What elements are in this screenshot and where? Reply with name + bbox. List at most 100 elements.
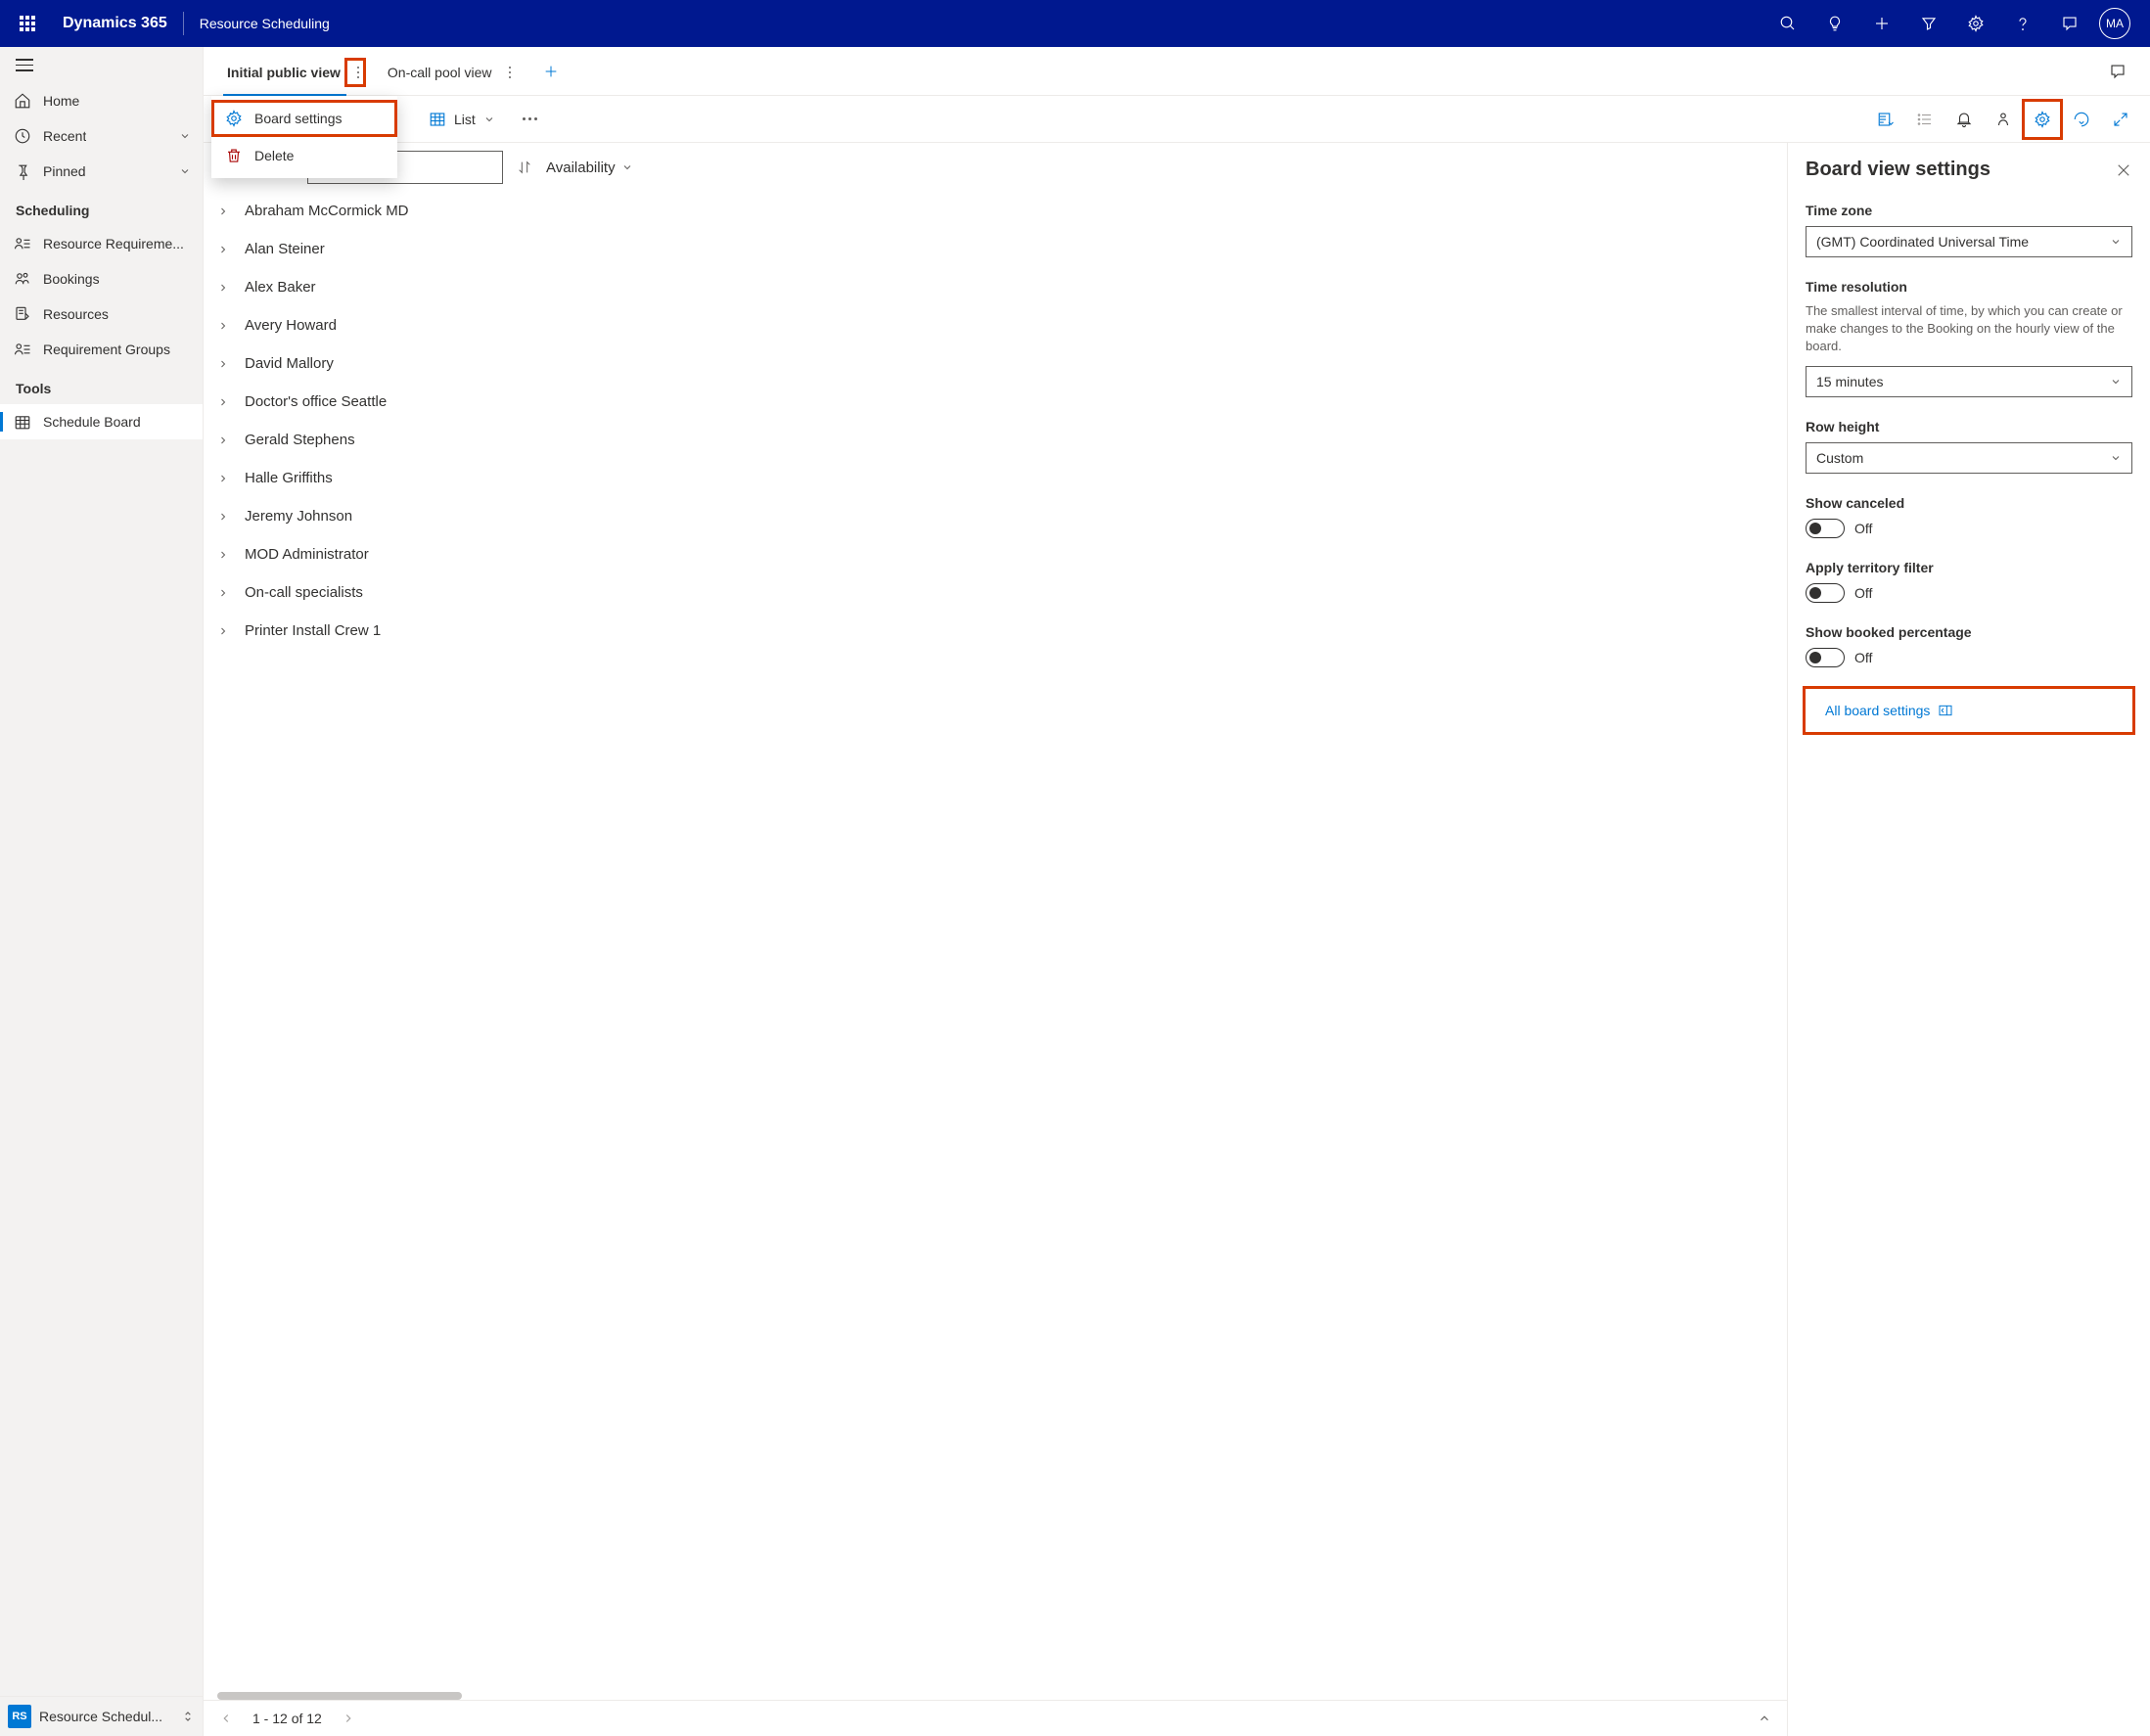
assistant-button[interactable] — [2046, 0, 2093, 47]
row-height-select[interactable]: Custom — [1806, 442, 2132, 474]
availability-dropdown[interactable]: Availability — [546, 160, 633, 176]
chevron-right-icon — [217, 473, 231, 484]
lightbulb-button[interactable] — [1811, 0, 1858, 47]
nav-schedule-board[interactable]: Schedule Board — [0, 404, 203, 439]
requirement-groups-icon — [14, 341, 31, 358]
horizontal-scrollbar[interactable] — [217, 1692, 462, 1700]
pagination-bar: 1 - 12 of 12 — [204, 1700, 1787, 1736]
filter-button[interactable] — [1905, 0, 1952, 47]
resource-row[interactable]: MOD Administrator — [204, 535, 1787, 573]
search-button[interactable] — [1764, 0, 1811, 47]
alerts-button[interactable] — [1946, 102, 1982, 137]
more-commands[interactable] — [513, 112, 547, 126]
board-settings-button[interactable] — [2025, 102, 2060, 137]
page-prev[interactable] — [219, 1712, 233, 1725]
add-button[interactable] — [1858, 0, 1905, 47]
sort-button[interactable] — [517, 160, 532, 175]
territory-filter-toggle[interactable] — [1806, 583, 1845, 603]
add-tab-button[interactable] — [527, 64, 574, 79]
nav-label: Resource Requireme... — [43, 236, 184, 251]
time-resolution-select[interactable]: 15 minutes — [1806, 366, 2132, 397]
nav-area-switcher[interactable]: RS Resource Schedul... — [0, 1696, 203, 1736]
row-height-label: Row height — [1806, 419, 2132, 434]
resource-row[interactable]: Abraham McCormick MD — [204, 192, 1787, 230]
assistant-toggle[interactable] — [2097, 63, 2138, 80]
tab-more-button[interactable] — [346, 60, 364, 85]
app-launcher[interactable] — [8, 0, 47, 47]
person-icon — [1994, 111, 2012, 128]
nav-requirement-groups[interactable]: Requirement Groups — [0, 332, 203, 367]
help-button[interactable] — [1999, 0, 2046, 47]
map-button[interactable] — [1986, 102, 2021, 137]
chevron-down-icon — [621, 161, 633, 173]
nav-home[interactable]: Home — [0, 83, 203, 118]
chevron-right-icon — [217, 282, 231, 294]
chevron-down-icon — [2110, 376, 2122, 388]
time-zone-select[interactable]: (GMT) Coordinated Universal Time — [1806, 226, 2132, 257]
all-board-settings-link[interactable]: All board settings — [1819, 699, 1959, 722]
board-view-settings-panel: Board view settings Time zone (GMT) Coor… — [1788, 143, 2150, 1736]
nav-pinned[interactable]: Pinned — [0, 154, 203, 189]
expand-button[interactable] — [2103, 102, 2138, 137]
vertical-dots-icon — [355, 65, 359, 80]
menu-delete[interactable]: Delete — [211, 137, 397, 174]
grid-icon — [429, 111, 446, 128]
select-value: Custom — [1816, 450, 2110, 466]
resource-row[interactable]: Doctor's office Seattle — [204, 383, 1787, 421]
tab-initial-public-view[interactable]: Initial public view — [215, 47, 376, 97]
filter-pane-button[interactable] — [1868, 102, 1903, 137]
resource-row[interactable]: Alex Baker — [204, 268, 1787, 306]
trash-icon — [225, 147, 243, 164]
nav-section-scheduling: Scheduling — [0, 189, 203, 226]
resource-row[interactable]: David Mallory — [204, 344, 1787, 383]
resource-row[interactable]: Jeremy Johnson — [204, 497, 1787, 535]
resource-name: David Mallory — [245, 355, 334, 372]
area-badge: RS — [8, 1705, 31, 1728]
view-switcher-list[interactable]: List — [419, 105, 505, 134]
close-panel-button[interactable] — [2115, 161, 2132, 179]
tab-more-button[interactable] — [498, 60, 516, 85]
bookings-icon — [14, 270, 31, 288]
resources-icon — [14, 305, 31, 323]
resource-name: Printer Install Crew 1 — [245, 622, 381, 639]
nav-resources[interactable]: Resources — [0, 297, 203, 332]
user-avatar[interactable]: MA — [2099, 8, 2130, 39]
refresh-button[interactable] — [2064, 102, 2099, 137]
menu-board-settings[interactable]: Board settings — [211, 100, 397, 137]
lightbulb-icon — [1826, 15, 1844, 32]
filter-panel-icon — [1877, 111, 1895, 128]
resource-row[interactable]: On-call specialists — [204, 573, 1787, 612]
toggle-state: Off — [1854, 650, 1872, 665]
calendar-grid-icon — [14, 413, 31, 431]
booked-percentage-toggle[interactable] — [1806, 648, 1845, 667]
resource-row[interactable]: Alan Steiner — [204, 230, 1787, 268]
resource-row[interactable]: Gerald Stephens — [204, 421, 1787, 459]
nav-recent[interactable]: Recent — [0, 118, 203, 154]
tab-on-call-pool-view[interactable]: On-call pool view — [376, 47, 527, 97]
nav-section-tools: Tools — [0, 367, 203, 404]
show-canceled-toggle[interactable] — [1806, 519, 1845, 538]
nav-resource-requirements[interactable]: Resource Requireme... — [0, 226, 203, 261]
chevron-up-icon — [1758, 1712, 1771, 1725]
page-range: 1 - 12 of 12 — [252, 1711, 322, 1726]
nav-label: Resources — [43, 306, 109, 322]
chevron-right-icon — [217, 206, 231, 217]
legend-button[interactable] — [1907, 102, 1943, 137]
funnel-icon — [1920, 15, 1938, 32]
collapse-panel[interactable] — [1758, 1712, 1771, 1725]
tab-context-menu: Board settings Delete — [211, 96, 397, 178]
settings-button[interactable] — [1952, 0, 1999, 47]
resource-name: Halle Griffiths — [245, 470, 333, 486]
nav-bookings[interactable]: Bookings — [0, 261, 203, 297]
menu-label: Board settings — [254, 111, 343, 126]
resource-row[interactable]: Halle Griffiths — [204, 459, 1787, 497]
time-zone-label: Time zone — [1806, 203, 2132, 218]
resource-row[interactable]: Avery Howard — [204, 306, 1787, 344]
nav-toggle[interactable] — [0, 47, 203, 83]
app-name[interactable]: Dynamics 365 — [47, 15, 183, 32]
resource-row[interactable]: Printer Install Crew 1 — [204, 612, 1787, 650]
page-next[interactable] — [342, 1712, 355, 1725]
chevron-right-icon — [217, 396, 231, 408]
resource-name: Alex Baker — [245, 279, 316, 296]
chevron-right-icon — [217, 244, 231, 255]
